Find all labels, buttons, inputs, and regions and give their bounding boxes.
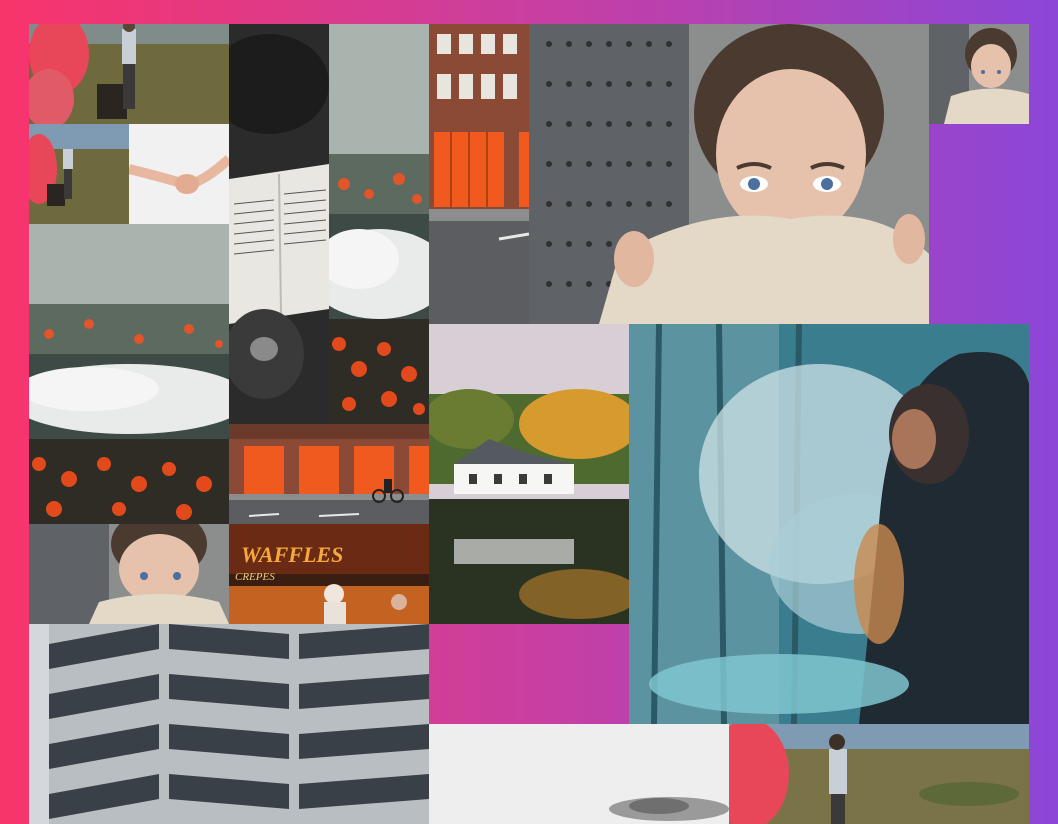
photo-woman-sweater-large[interactable] [529,24,929,324]
woman-sweater-image [529,24,929,324]
photo-open-book[interactable] [229,24,329,424]
man-red-smoke-small-image [29,124,129,224]
lake-house-image [429,324,629,624]
photo-fire-station[interactable] [429,24,529,324]
foggy-hill-image [429,724,729,824]
photo-foggy-hill[interactable] [429,724,729,824]
building-facade-image [29,624,429,824]
photo-man-red-smoke-top[interactable] [29,24,229,124]
waffles-stand-image: WAFFLES CREPES [229,524,429,624]
photo-forest-clouds-tall[interactable] [329,24,429,424]
fire-station-cyclist-image [229,424,429,524]
open-book-image [229,24,329,424]
photo-lake-house[interactable] [429,324,629,624]
photo-fire-station-cyclist[interactable] [229,424,429,524]
man-red-smoke-image [29,24,229,124]
photo-waffles-stand[interactable]: WAFFLES CREPES [229,524,429,624]
photo-man-red-smoke-small[interactable] [29,124,129,224]
waffles-sign-text: WAFFLES [241,542,343,567]
forest-clouds-wide-image [29,224,229,524]
photo-building-facade[interactable] [29,624,429,824]
woman-sweater-wide-image [29,524,229,624]
forest-clouds-image [329,24,429,424]
photo-holding-hands[interactable] [129,124,229,224]
photo-man-in-smoke[interactable] [629,324,1029,724]
photo-gallery: WAFFLES CREPES [29,24,1029,824]
fire-station-image [429,24,529,324]
man-red-smoke-bottom-image [729,724,1029,824]
photo-forest-clouds-wide[interactable] [29,224,229,524]
holding-hands-image [129,124,229,224]
photo-man-red-smoke-bottom[interactable] [729,724,1029,824]
crepes-sign-text: CREPES [235,571,275,583]
man-in-smoke-image [629,324,1029,724]
photo-woman-sweater-wide[interactable] [29,524,229,624]
woman-sweater-small-image [929,24,1029,124]
photo-woman-sweater-small[interactable] [929,24,1029,124]
